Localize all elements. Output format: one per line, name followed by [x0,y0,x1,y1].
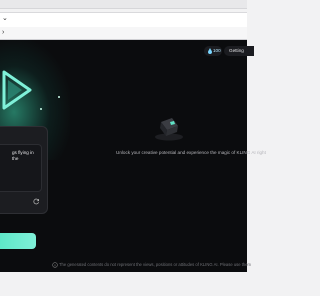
generate-button[interactable] [0,233,36,249]
empty-state-message: Unlock your creative potential and exper… [116,150,266,155]
prompt-text: gs flying in the [12,150,34,161]
credits-value: 100 [213,48,221,53]
drop-icon [208,48,212,54]
chevron-right-icon[interactable]: › [2,29,4,37]
browser-tab-strip [0,0,247,9]
page-background [0,272,247,296]
getting-started-label: Getting [229,48,244,53]
sparkle [40,108,42,110]
getting-started-button[interactable]: Getting [224,46,254,56]
info-icon [52,262,58,268]
chevron-down-icon[interactable]: ⌄ [2,15,10,23]
browser-address-bar[interactable]: ⌄ [0,12,247,28]
play-icon [2,70,32,110]
browser-toolbar: › [0,27,247,40]
credits-badge[interactable]: 100 [204,46,222,56]
refresh-icon[interactable] [33,198,40,205]
disclaimer-text: The generated contents do not represent … [59,262,252,267]
cube-icon [155,118,183,141]
sparkle [58,96,60,98]
